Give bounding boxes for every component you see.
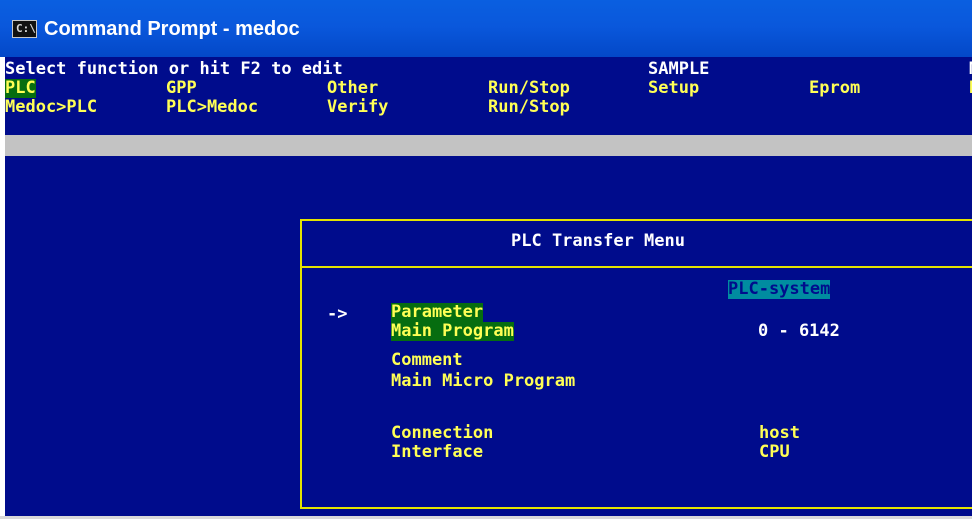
interface-value[interactable]: CPU [759, 443, 790, 462]
title-bar[interactable]: C:\ Command Prompt - medoc [0, 0, 972, 57]
submenu-plc-to-medoc[interactable]: PLC>Medoc [166, 98, 258, 117]
plc-system-label: PLC-system [728, 279, 831, 299]
menu-item-plc[interactable]: PLC [5, 79, 36, 98]
submenu-run-stop[interactable]: Run/Stop [488, 98, 570, 117]
project-name: SAMPLE [648, 59, 710, 79]
dialog-title: PLC Transfer Menu [511, 231, 685, 251]
status-bar [5, 135, 972, 156]
connection-label: Connection [391, 423, 494, 443]
transfer-item-parameter[interactable]: Parameter [391, 303, 484, 322]
dialog-separator [300, 266, 972, 268]
program-range: 0 - 6142 [758, 321, 840, 341]
submenu-medoc-to-plc[interactable]: Medoc>PLC [5, 98, 97, 117]
menu-item-gpp[interactable]: GPP [166, 79, 197, 98]
selection-cursor: -> [327, 304, 348, 324]
menu-item-eprom[interactable]: Eprom [809, 79, 860, 98]
command-prompt-icon[interactable]: C:\ [12, 20, 37, 38]
transfer-item-main-program[interactable]: Main Program [391, 322, 514, 341]
connection-value[interactable]: host [759, 424, 800, 443]
window-title: Command Prompt - medoc [44, 18, 300, 40]
prompt-line: Select function or hit F2 to edit [5, 59, 343, 79]
submenu-verify[interactable]: Verify [327, 98, 388, 117]
menu-item-run-stop[interactable]: Run/Stop [488, 79, 570, 98]
interface-label: Interface [391, 442, 484, 462]
menu-item-setup[interactable]: Setup [648, 79, 699, 98]
transfer-item-main-micro-program[interactable]: Main Micro Program [391, 372, 575, 391]
console-area[interactable]: Select function or hit F2 to edit SAMPLE… [5, 57, 972, 516]
menu-item-other[interactable]: Other [327, 79, 378, 98]
transfer-item-comment[interactable]: Comment [391, 351, 463, 370]
